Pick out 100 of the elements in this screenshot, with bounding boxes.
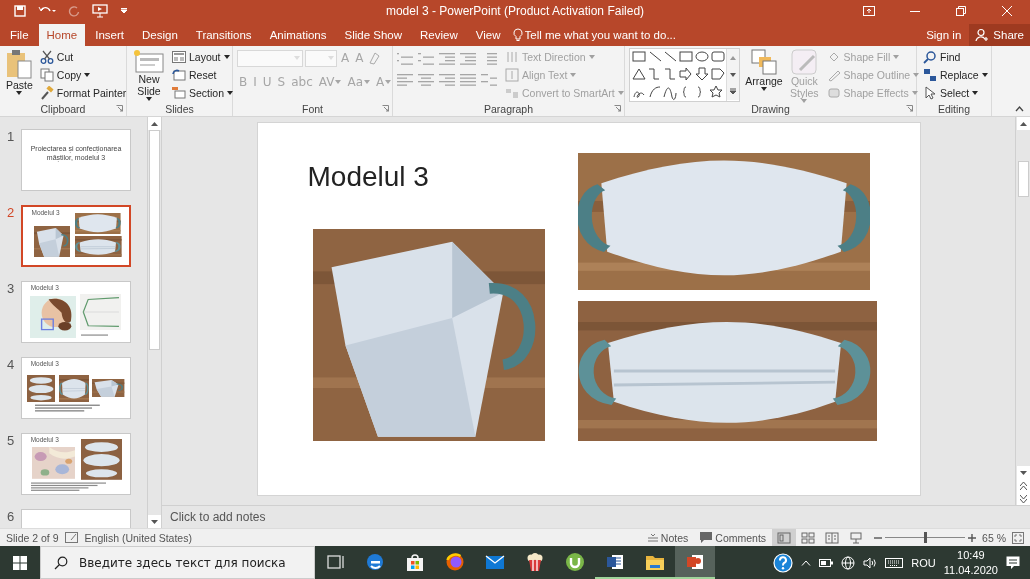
next-slide-button[interactable]	[1016, 492, 1030, 505]
scrollbar-thumb[interactable]	[149, 130, 160, 350]
ribbon-button[interactable]: Section	[170, 84, 236, 101]
slide-title: Modelul 3	[307, 161, 429, 193]
shape-effects-icon	[826, 85, 841, 100]
lightbulb-icon	[512, 28, 523, 42]
share-button[interactable]: Share	[969, 24, 1030, 46]
ribbon-button[interactable]: New Slide	[131, 48, 167, 102]
sign-in-link[interactable]: Sign in	[918, 24, 970, 46]
scroll-down-button[interactable]	[148, 515, 161, 528]
comments-button[interactable]: Comments	[694, 529, 773, 546]
collapse-ribbon-icon[interactable]	[1015, 106, 1024, 112]
gallery-more-button[interactable]	[727, 83, 739, 100]
dialog-launcher-icon[interactable]	[382, 105, 389, 112]
more-icon	[729, 88, 737, 95]
speaker-icon[interactable]	[863, 556, 878, 569]
dialog-launcher-icon[interactable]	[906, 105, 913, 112]
arrange-icon	[749, 49, 779, 75]
scroll-up-button[interactable]	[148, 117, 161, 130]
ribbon-tab[interactable]: Slide Show	[336, 24, 411, 46]
grid-icon	[801, 531, 816, 544]
clipboard-icon	[6, 49, 33, 79]
ribbon-tab[interactable]: Transitions	[187, 24, 260, 46]
ribbon-button[interactable]: Layout	[170, 48, 236, 65]
replace-icon	[923, 67, 937, 82]
ribbon-button[interactable]: Format Painter	[37, 84, 129, 101]
quick-access-button[interactable]	[14, 5, 26, 17]
minimize-icon	[910, 10, 920, 12]
language-indicator[interactable]: English (United States)	[78, 531, 198, 544]
projector-icon	[849, 531, 864, 544]
slide-position: Slide 2 of 9	[5, 531, 60, 544]
group-label: Drawing	[751, 103, 790, 115]
dialog-launcher-icon[interactable]	[614, 105, 621, 112]
ribbon-button[interactable]: Find	[921, 48, 990, 65]
dialog-launcher-icon[interactable]	[116, 105, 123, 112]
eraser-icon	[367, 51, 382, 65]
person-icon	[975, 28, 990, 42]
ribbon-tab[interactable]: View	[467, 24, 509, 46]
ribbon-tab[interactable]: Animations	[261, 24, 335, 46]
pointer-icon	[923, 85, 937, 100]
help-icon[interactable]	[773, 552, 794, 573]
ribbon-button[interactable]: Arrange	[744, 48, 784, 92]
clock[interactable]: 10:49 11.04.2020	[943, 547, 998, 578]
ribbon-button[interactable]: Paste	[4, 48, 35, 96]
caret-icon	[151, 519, 158, 524]
ribbon-tab[interactable]: Review	[412, 24, 466, 46]
text-direction-icon	[505, 49, 519, 64]
quick-access-button[interactable]	[92, 4, 108, 18]
double-caret-down-icon	[1019, 494, 1027, 503]
text-lines-drawing	[34, 403, 100, 412]
spelling-check-icon[interactable]	[64, 531, 79, 544]
window-title: model 3 - PowerPoint (Product Activation Failed)	[385, 4, 645, 18]
close-icon	[1002, 6, 1012, 16]
windows-icon	[13, 555, 27, 570]
caret-up-icon	[729, 54, 737, 61]
zoom-level[interactable]: 65 %	[976, 531, 1012, 544]
ribbon-button[interactable]: Reset	[170, 66, 236, 83]
group-label: Slides	[165, 103, 194, 115]
scissors-icon	[39, 49, 54, 64]
shapes-gallery[interactable]	[630, 49, 726, 101]
ribbon-tab[interactable]: Design	[134, 24, 186, 46]
caret-icon	[1019, 470, 1027, 475]
notes-placeholder[interactable]: Click to add notes	[170, 510, 266, 524]
ribbon-button[interactable]: Select	[921, 84, 990, 101]
section-icon	[172, 86, 186, 99]
battery-icon[interactable]	[819, 558, 834, 567]
scrollbar-thumb[interactable]	[1017, 161, 1029, 197]
search-icon	[923, 49, 937, 64]
reset-icon	[172, 68, 186, 81]
new-slide-icon	[133, 49, 165, 73]
popcorn-icon	[525, 551, 545, 572]
tell-me-field[interactable]: Tell me what you want to do...	[512, 24, 692, 46]
zoom-slider-thumb[interactable]	[923, 532, 927, 543]
ribbon-button[interactable]: Replace	[921, 66, 990, 83]
keyboard-icon[interactable]	[885, 557, 904, 568]
fit-to-window-icon[interactable]	[1012, 531, 1024, 544]
redo-icon	[68, 5, 80, 17]
input-language[interactable]: ROU	[911, 556, 936, 569]
chevron-up-icon[interactable]	[801, 559, 812, 566]
taskbar-button[interactable]	[675, 546, 715, 579]
notes-button[interactable]: Notes	[641, 529, 695, 546]
taskbar-search-field[interactable]: Введите здесь текст для поиска	[40, 546, 315, 579]
presentation-icon	[92, 4, 108, 18]
ribbon-tab[interactable]: File	[2, 24, 37, 46]
group-label: Font	[302, 103, 323, 115]
scroll-down-button[interactable]	[1016, 466, 1030, 479]
slide-number: 2	[5, 205, 16, 220]
ribbon-button[interactable]: Cut	[37, 48, 129, 65]
scroll-up-button[interactable]	[1016, 117, 1030, 130]
ribbon-tab[interactable]: Insert	[87, 24, 132, 46]
slide-canvas[interactable]: Modelul 3	[256, 122, 921, 496]
zoom-in-icon[interactable]	[968, 533, 977, 542]
brush-icon	[39, 85, 54, 100]
slide-number: 1	[5, 129, 16, 144]
notification-icon[interactable]	[1006, 555, 1020, 570]
ribbon-button[interactable]: Copy	[37, 66, 129, 83]
search-icon	[54, 556, 68, 570]
ribbon-tab[interactable]: Home	[38, 24, 86, 46]
quick-access-button[interactable]	[120, 8, 128, 14]
group-label: Editing	[937, 103, 971, 115]
